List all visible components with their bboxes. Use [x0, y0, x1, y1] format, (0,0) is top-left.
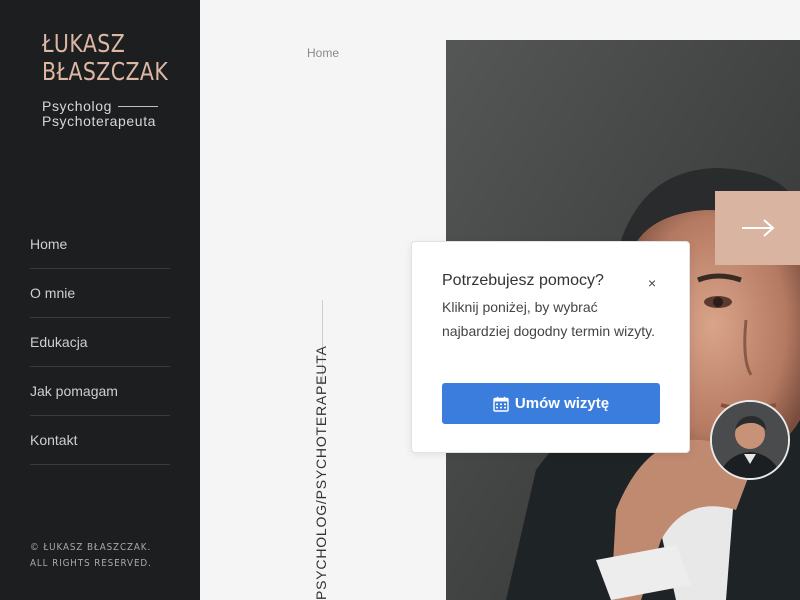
nav-item-o-mnie[interactable]: O mnie [30, 269, 170, 318]
copyright-line2: ALL RIGHTS RESERVED. [30, 558, 152, 569]
chat-avatar-button[interactable] [710, 400, 790, 480]
brand-subtitle: Psycholog Psychoterapeuta [42, 99, 158, 129]
vertical-tagline: PSYCHOLOG/PSYCHOTERAPEUTA [313, 345, 329, 600]
calendar-icon [493, 396, 509, 412]
main-nav: Home O mnie Edukacja Jak pomagam Kontakt [30, 220, 170, 465]
popup-title: Potrzebujesz pomocy? [442, 272, 604, 289]
breadcrumb-home[interactable]: Home [307, 46, 339, 60]
booking-popup: Potrzebujesz pomocy? × Kliknij poniżej, … [411, 241, 690, 453]
close-icon[interactable]: × [648, 275, 656, 291]
avatar-illustration [712, 402, 788, 478]
nav-item-kontakt[interactable]: Kontakt [30, 416, 170, 465]
copyright: © ŁUKASZ BŁASZCZAK. ALL RIGHTS RESERVED. [30, 540, 152, 572]
brand-name-line1: ŁUKASZ [42, 29, 126, 58]
nav-item-edukacja[interactable]: Edukacja [30, 318, 170, 367]
next-slide-button[interactable] [715, 191, 800, 265]
brand-name[interactable]: ŁUKASZ BŁASZCZAK [42, 29, 169, 86]
copyright-line1: © ŁUKASZ BŁASZCZAK. [30, 542, 152, 553]
brand-subtitle-line1: Psycholog [42, 98, 112, 114]
brand-name-line2: BŁASZCZAK [42, 57, 169, 86]
book-visit-button[interactable]: Umów wizytę [442, 383, 660, 424]
nav-item-jak-pomagam[interactable]: Jak pomagam [30, 367, 170, 416]
sidebar: ŁUKASZ BŁASZCZAK Psycholog Psychoterapeu… [0, 0, 200, 600]
brand-subtitle-line2: Psychoterapeuta [42, 113, 157, 129]
popup-message: Kliknij poniżej, by wybrać najbardziej d… [442, 299, 655, 339]
nav-item-home[interactable]: Home [30, 220, 170, 269]
arrow-right-icon [741, 219, 775, 237]
book-visit-label: Umów wizytę [514, 395, 610, 412]
subtitle-divider [118, 106, 158, 107]
